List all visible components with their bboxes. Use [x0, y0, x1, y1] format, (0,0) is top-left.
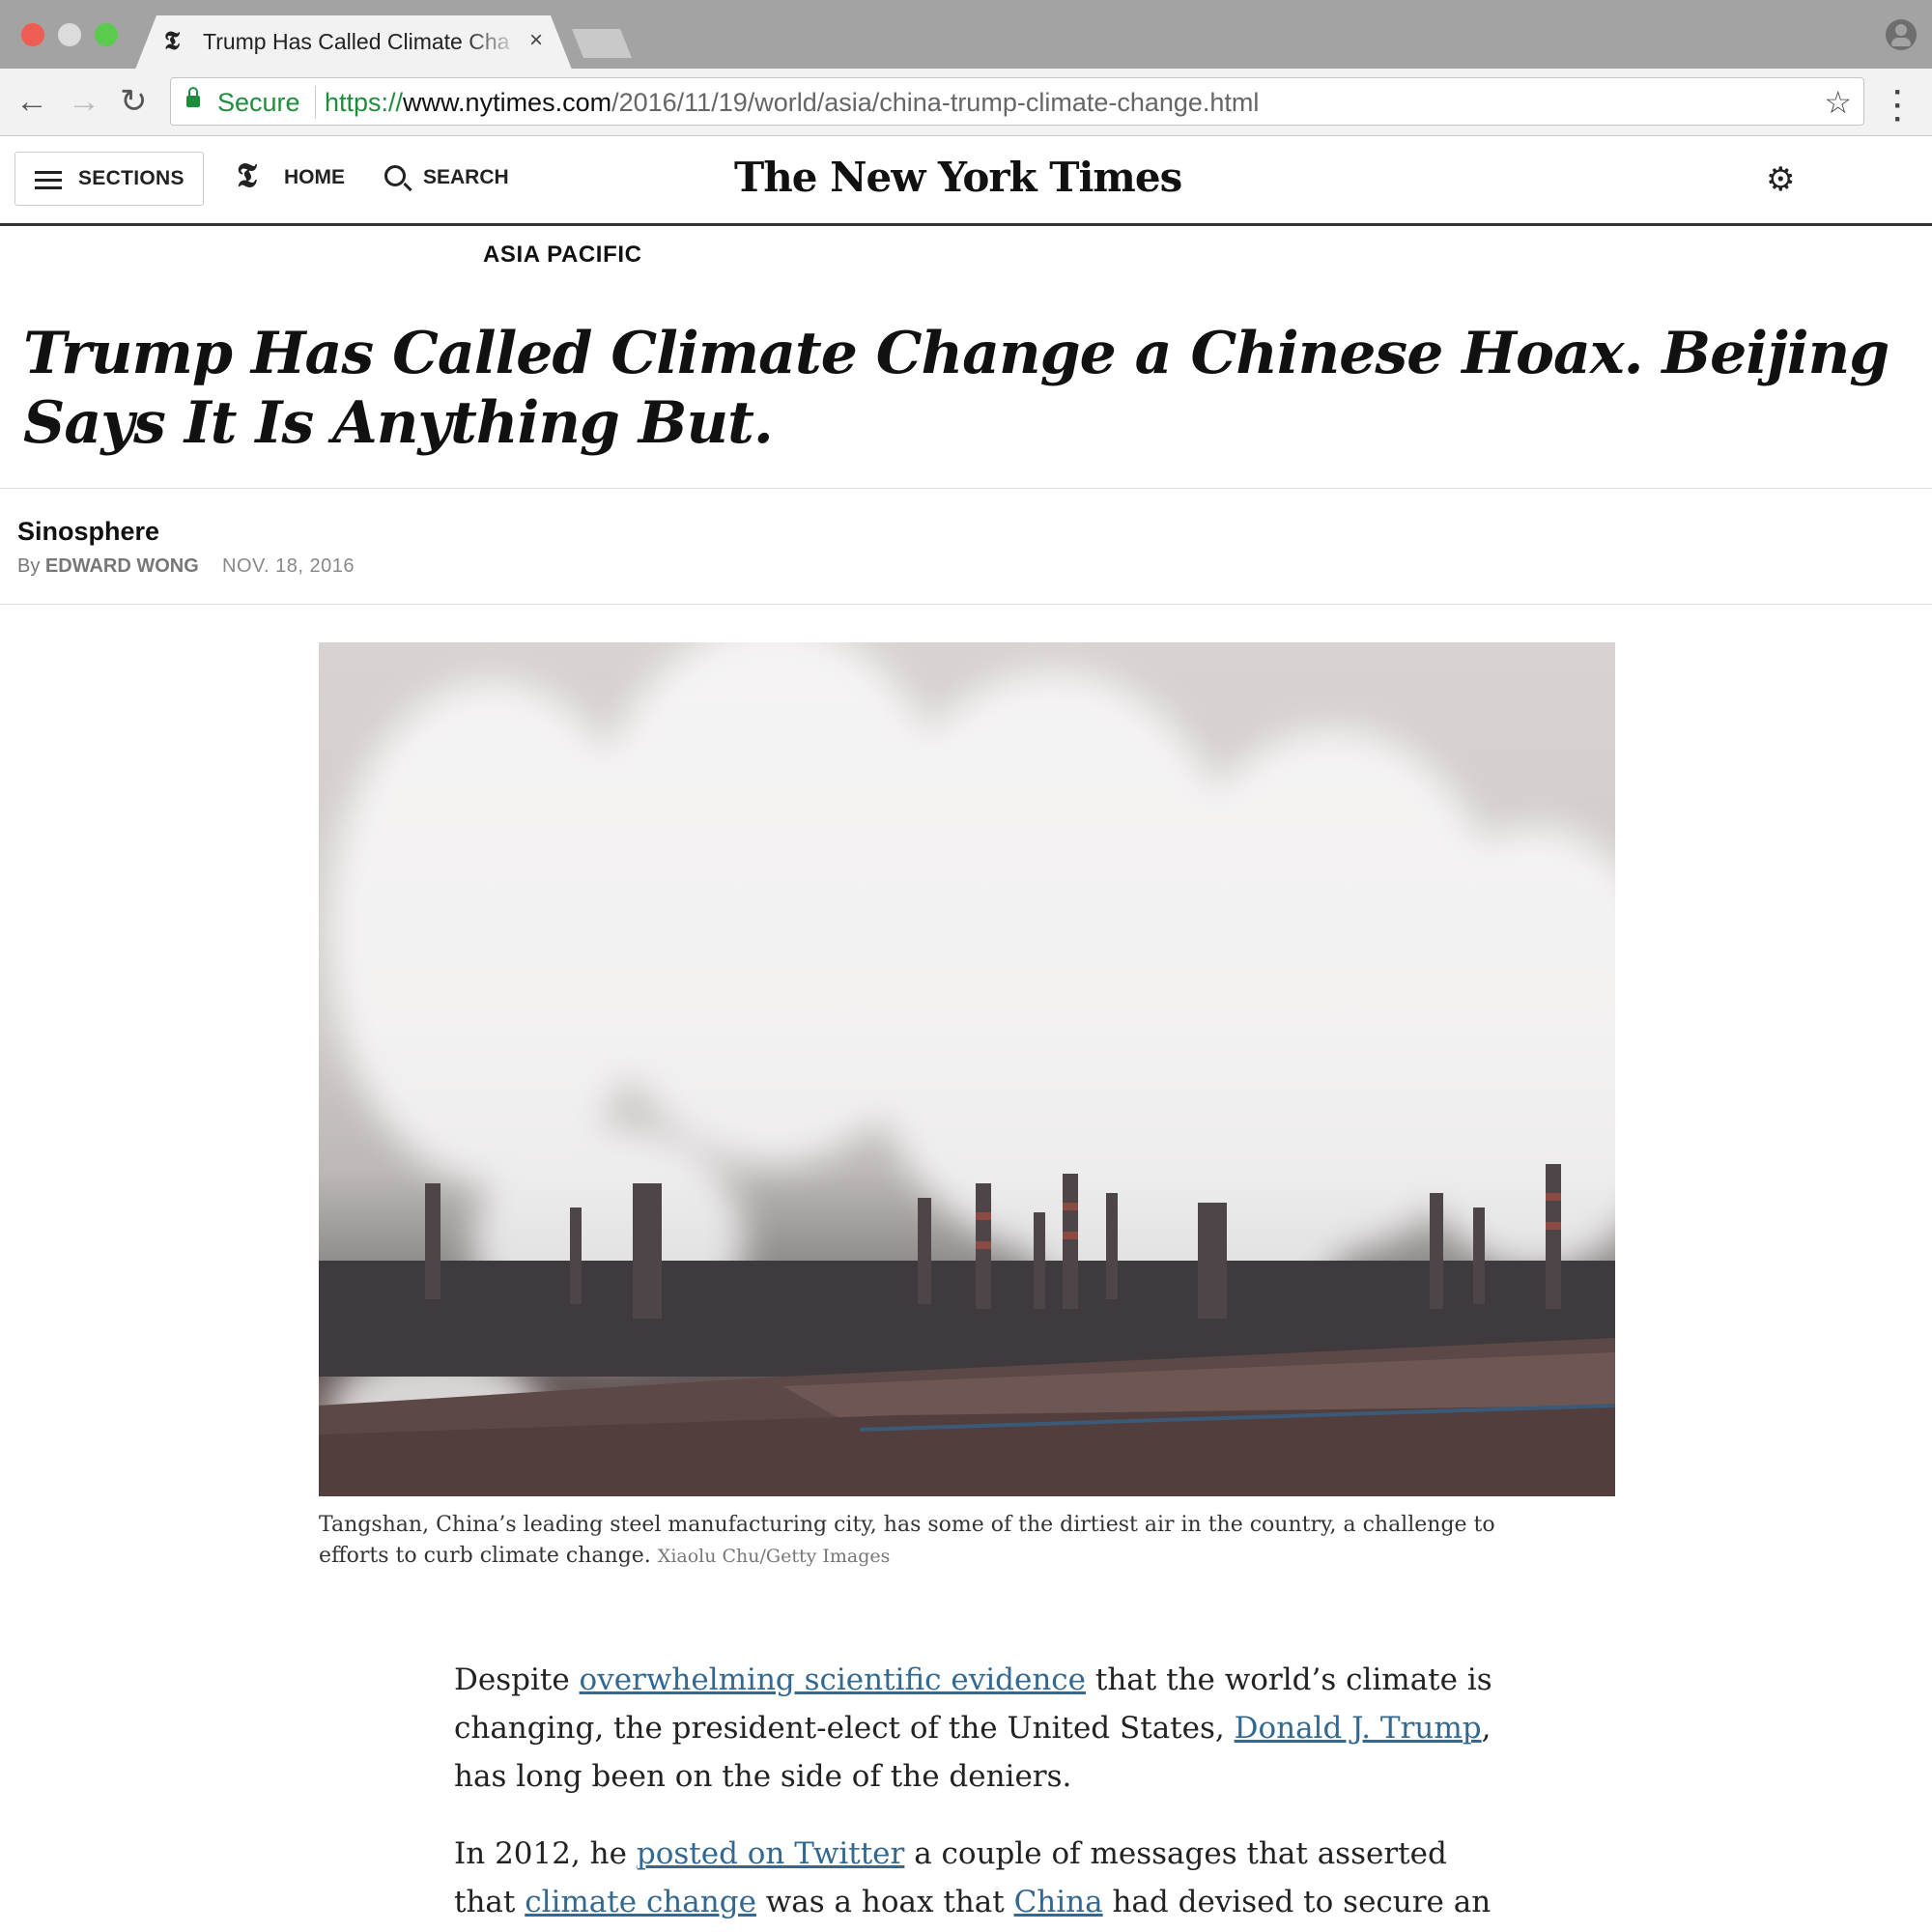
- blog-name[interactable]: Sinosphere: [17, 517, 159, 547]
- caption-text: Tangshan, China’s leading steel manufact…: [319, 1513, 1495, 1568]
- byline: By EDWARD WONG: [17, 555, 199, 578]
- site-header: SECTIONS 𝕿 HOME SEARCH The New York Time…: [0, 137, 1932, 226]
- back-arrow-icon[interactable]: ←: [15, 82, 48, 121]
- nyt-t-icon[interactable]: 𝕿: [237, 156, 257, 195]
- hamburger-icon: [35, 171, 62, 189]
- star-icon[interactable]: ☆: [1824, 84, 1852, 121]
- tab-title-fade: [464, 25, 522, 60]
- twitter-link[interactable]: posted on Twitter: [637, 1836, 905, 1871]
- nyt-logo[interactable]: The New York Times: [734, 154, 1182, 201]
- sections-label: SECTIONS: [78, 167, 185, 189]
- new-tab-button[interactable]: [572, 29, 632, 58]
- browser-tab-bar: 𝕿 Trump Has Called Climate Cha ×: [0, 0, 1932, 70]
- zoom-window-button[interactable]: [95, 23, 118, 46]
- close-window-button[interactable]: [21, 23, 44, 46]
- url-text[interactable]: https://www.nytimes.com/2016/11/19/world…: [325, 88, 1259, 118]
- url-protocol: https://: [325, 88, 404, 117]
- climate-change-link[interactable]: climate change: [525, 1885, 756, 1919]
- byline-prefix: By: [17, 555, 45, 577]
- url-host: www.nytimes.com: [403, 88, 612, 117]
- text-run: In 2012, he: [454, 1836, 637, 1871]
- search-link[interactable]: SEARCH: [423, 166, 509, 189]
- section-kicker[interactable]: ASIA PACIFIC: [483, 242, 642, 269]
- body-paragraph: In 2012, he posted on Twitter a couple o…: [454, 1830, 1507, 1932]
- address-separator: [315, 86, 316, 119]
- nyt-favicon-icon: 𝕿: [164, 27, 180, 56]
- search-icon[interactable]: [384, 165, 406, 186]
- home-link[interactable]: HOME: [284, 166, 345, 189]
- profile-icon[interactable]: [1886, 19, 1917, 50]
- scientific-evidence-link[interactable]: overwhelming scientific evidence: [580, 1662, 1086, 1697]
- secure-label: Secure: [217, 88, 300, 117]
- photo-caption: Tangshan, China’s leading steel manufact…: [319, 1510, 1497, 1572]
- divider: [0, 488, 1932, 489]
- author-link[interactable]: EDWARD WONG: [45, 555, 199, 577]
- url-path: /2016/11/19/world/asia/china-trump-clima…: [611, 88, 1260, 117]
- text-run: was a hoax that: [755, 1885, 1014, 1919]
- lead-photo: [319, 642, 1615, 1496]
- article-headline: Trump Has Called Climate Change a Chines…: [23, 320, 1889, 457]
- reload-icon[interactable]: ↻: [120, 82, 148, 121]
- china-link[interactable]: China: [1014, 1885, 1103, 1919]
- forward-arrow-icon[interactable]: →: [68, 82, 100, 121]
- lock-icon: [186, 87, 200, 107]
- text-run: Despite: [454, 1662, 580, 1697]
- body-paragraph: Despite overwhelming scientific evidence…: [454, 1656, 1507, 1801]
- address-bar[interactable]: Secure https://www.nytimes.com/2016/11/1…: [170, 77, 1864, 126]
- sections-button[interactable]: SECTIONS: [14, 152, 204, 206]
- minimize-window-button[interactable]: [58, 23, 81, 46]
- tab-close-icon[interactable]: ×: [529, 27, 543, 54]
- menu-dots-icon[interactable]: · · ·: [1893, 78, 1903, 134]
- photo-credit: Xiaolu Chu/Getty Images: [657, 1546, 891, 1567]
- browser-toolbar: ← → ↻ Secure https://www.nytimes.com/201…: [0, 69, 1932, 136]
- smokestacks-illustration: [319, 642, 1615, 1496]
- divider: [0, 604, 1932, 605]
- gear-icon[interactable]: ⚙: [1766, 160, 1795, 199]
- publish-date: NOV. 18, 2016: [222, 555, 355, 577]
- donald-trump-link[interactable]: Donald J. Trump: [1235, 1711, 1482, 1746]
